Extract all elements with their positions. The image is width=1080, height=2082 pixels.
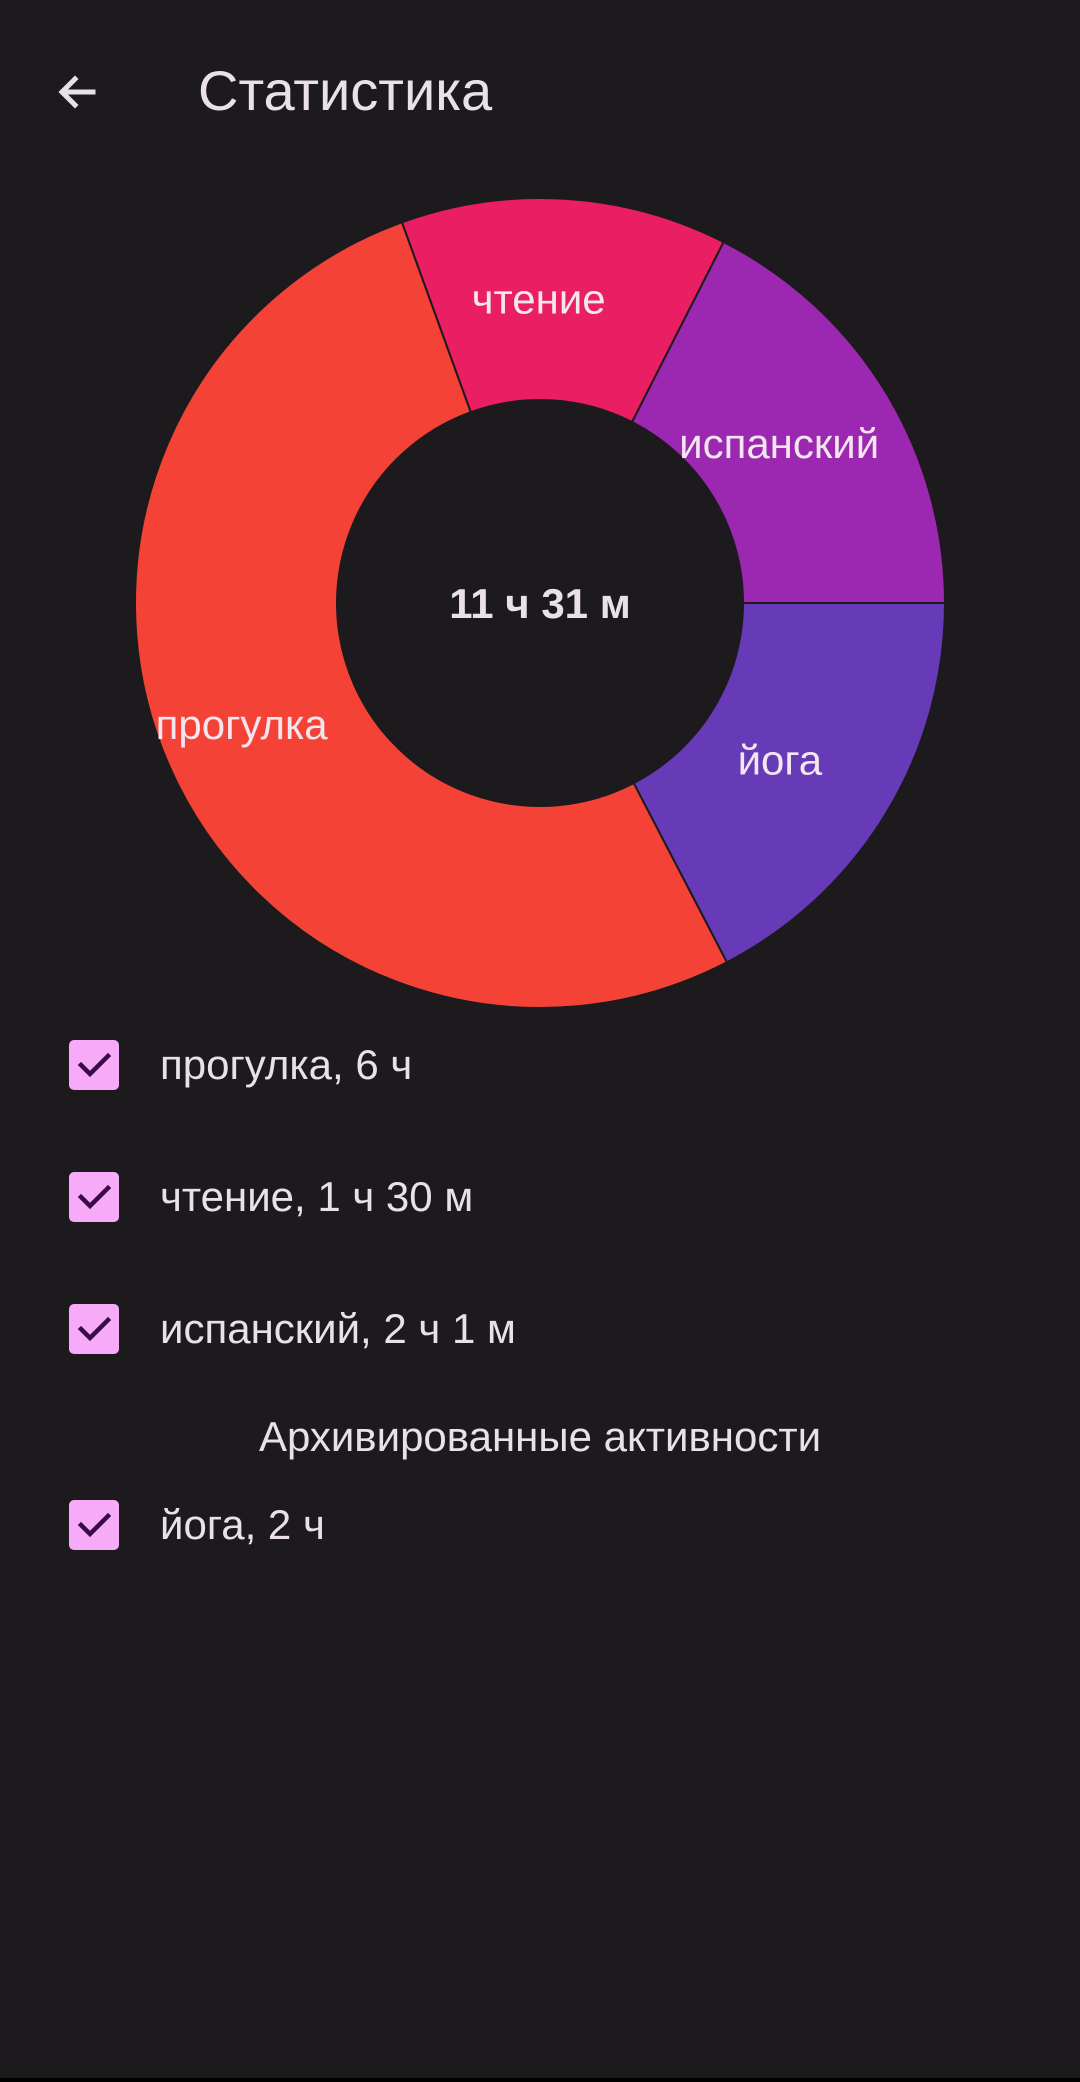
- list-item[interactable]: йога, 2 ч: [0, 1480, 1080, 1570]
- list-item[interactable]: испанский, 2 ч 1 м: [0, 1284, 1080, 1374]
- check-icon: [77, 1316, 112, 1342]
- archived-activity-label: йога, 2 ч: [160, 1501, 325, 1548]
- activity-label: прогулка, 6 ч: [160, 1041, 413, 1088]
- check-icon: [77, 1052, 112, 1078]
- archived-section-header: Архивированные активности: [258, 1413, 822, 1460]
- list-item[interactable]: прогулка, 6 ч: [0, 1020, 1080, 1110]
- check-icon: [77, 1512, 112, 1538]
- activity-checkbox[interactable]: [69, 1304, 119, 1354]
- total-time-label: 11 ч 31 м: [449, 580, 631, 627]
- donut-chart-svg: йога прогулка чтение испанский 11 ч 31 м: [134, 197, 947, 1009]
- pie-slice-label: испанский: [679, 420, 879, 467]
- activity-donut-chart: йога прогулка чтение испанский 11 ч 31 м: [0, 185, 1080, 1020]
- activity-label: чтение, 1 ч 30 м: [160, 1173, 474, 1220]
- pie-slice-label: чтение: [472, 276, 606, 323]
- activity-label: испанский, 2 ч 1 м: [160, 1305, 516, 1352]
- pie-slice-label: прогулка: [156, 701, 329, 748]
- app-bar: Статистика: [0, 0, 1080, 185]
- arrow-left-icon: [58, 75, 96, 109]
- activity-checkbox[interactable]: [69, 1040, 119, 1090]
- bottom-divider: [0, 2078, 1080, 2082]
- list-item[interactable]: чтение, 1 ч 30 м: [0, 1152, 1080, 1242]
- page-title: Статистика: [198, 59, 493, 122]
- check-icon: [77, 1184, 112, 1210]
- pie-slice-label: йога: [738, 737, 823, 784]
- activity-checkbox[interactable]: [69, 1172, 119, 1222]
- archived-activity-checkbox[interactable]: [69, 1500, 119, 1550]
- back-button[interactable]: [40, 55, 114, 129]
